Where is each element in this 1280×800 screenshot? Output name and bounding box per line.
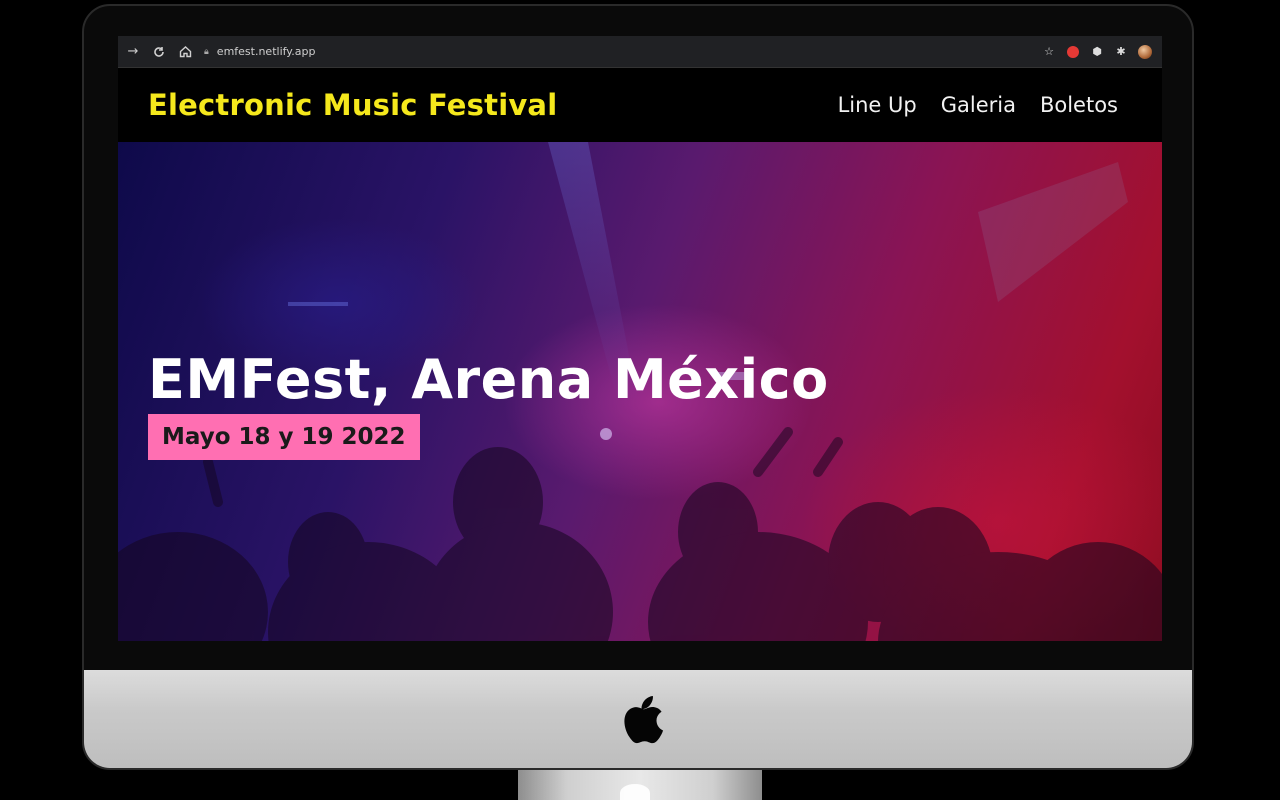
profile-avatar[interactable] xyxy=(1138,44,1152,59)
stand-highlight xyxy=(620,784,650,800)
event-date-badge: Mayo 18 y 19 2022 xyxy=(148,414,420,460)
puzzle-icon[interactable]: ✱ xyxy=(1114,45,1128,59)
imac-frame: → 🔒︎ emfest.netlify.app ☆ ⬢ ✱ Electronic… xyxy=(82,4,1194,770)
forward-arrow-icon[interactable]: → xyxy=(122,41,144,63)
star-icon[interactable]: ☆ xyxy=(1042,45,1056,59)
lock-icon: 🔒︎ xyxy=(204,46,209,57)
nav-link-boletos[interactable]: Boletos xyxy=(1040,93,1118,117)
imac-stand xyxy=(518,770,762,800)
red-extension-icon[interactable] xyxy=(1066,45,1080,59)
hero-title: EMFest, Arena México xyxy=(148,348,829,411)
site-header: Electronic Music Festival Line Up Galeri… xyxy=(118,68,1162,142)
browser-toolbar: → 🔒︎ emfest.netlify.app ☆ ⬢ ✱ xyxy=(118,36,1162,68)
reload-icon[interactable] xyxy=(148,41,170,63)
home-icon[interactable] xyxy=(174,41,196,63)
hero-section: EMFest, Arena México Mayo 18 y 19 2022 xyxy=(118,142,1162,641)
url-text: emfest.netlify.app xyxy=(216,45,316,58)
cube-extension-icon[interactable]: ⬢ xyxy=(1090,45,1104,59)
site-nav: Line Up Galeria Boletos xyxy=(838,93,1118,117)
extensions-area: ☆ ⬢ ✱ xyxy=(1042,44,1162,59)
site-brand[interactable]: Electronic Music Festival xyxy=(148,88,557,122)
address-bar[interactable]: 🔒︎ emfest.netlify.app xyxy=(204,41,1004,63)
nav-link-galeria[interactable]: Galeria xyxy=(941,93,1016,117)
screen: → 🔒︎ emfest.netlify.app ☆ ⬢ ✱ Electronic… xyxy=(118,36,1162,641)
mockup-stage: → 🔒︎ emfest.netlify.app ☆ ⬢ ✱ Electronic… xyxy=(0,0,1280,800)
apple-logo-icon xyxy=(624,696,664,744)
imac-chin xyxy=(84,670,1192,768)
nav-link-line-up[interactable]: Line Up xyxy=(838,93,917,117)
